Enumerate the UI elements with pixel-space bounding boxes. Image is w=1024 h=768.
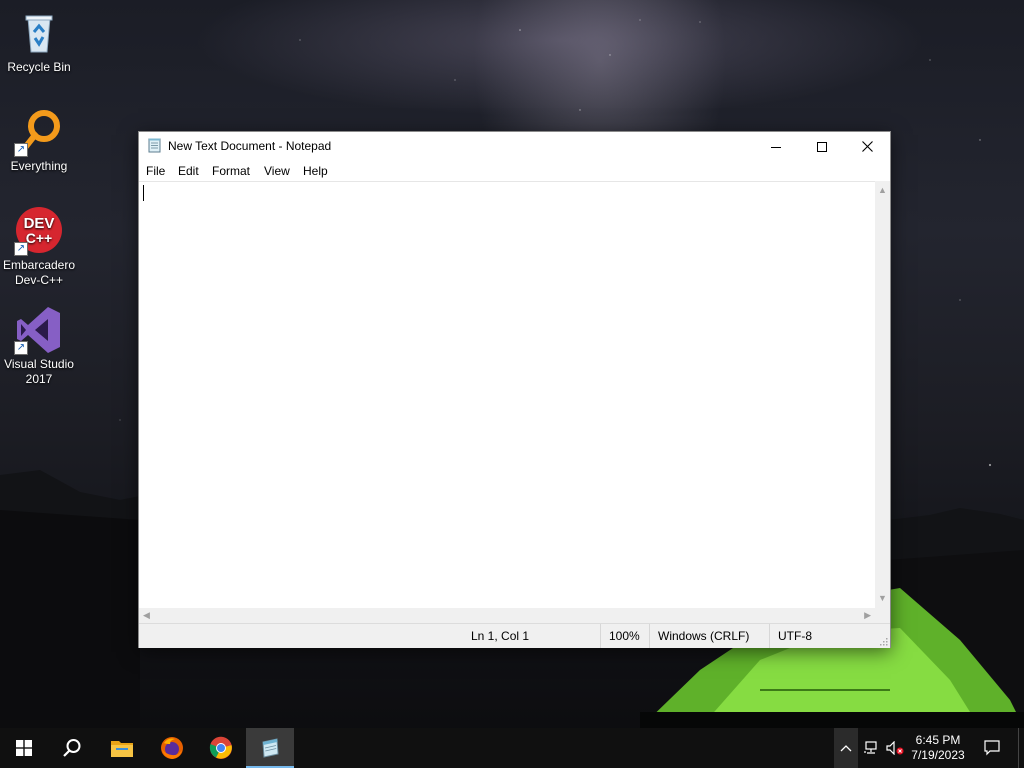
dev-cpp-icon: DEV C++ ↗: [14, 206, 64, 256]
desktop: Recycle Bin ↗ Everything DEV C++ ↗ Embar…: [0, 0, 1024, 768]
desktop-icon-visual-studio[interactable]: ↗ Visual Studio 2017: [0, 305, 78, 387]
menu-help[interactable]: Help: [302, 164, 329, 178]
text-editor[interactable]: [139, 181, 875, 609]
recycle-bin-icon: [14, 8, 64, 58]
menu-format[interactable]: Format: [211, 164, 251, 178]
volume-muted-icon: [886, 741, 904, 755]
network-icon: [864, 741, 877, 754]
status-bar: Ln 1, Col 1 100% Windows (CRLF) UTF-8: [139, 623, 890, 648]
clock-date: 7/19/2023: [911, 748, 965, 762]
status-encoding: UTF-8: [769, 624, 812, 648]
desktop-icon-dev-cpp[interactable]: DEV C++ ↗ Embarcadero Dev-C++: [0, 206, 78, 288]
taskbar: 6:45 PM 7/19/2023: [0, 728, 1024, 768]
menu-file[interactable]: File: [145, 164, 166, 178]
window-title: New Text Document - Notepad: [168, 139, 332, 153]
notepad-window[interactable]: New Text Document - Notepad File Edit Fo…: [138, 131, 891, 648]
notepad-icon: [148, 138, 161, 153]
network-status[interactable]: [860, 728, 882, 768]
status-zoom: 100%: [600, 624, 640, 648]
desktop-icon-recycle-bin[interactable]: Recycle Bin: [0, 8, 78, 75]
chrome-icon: [209, 736, 232, 759]
maximize-button[interactable]: [799, 132, 845, 161]
scrollbar-corner: [875, 608, 890, 623]
minimize-button[interactable]: [753, 132, 799, 161]
everything-search-icon: ↗: [14, 107, 64, 157]
notification-icon: [984, 740, 1000, 756]
visual-studio-icon: ↗: [14, 305, 64, 355]
system-clock[interactable]: 6:45 PM 7/19/2023: [904, 733, 972, 763]
minimize-icon: [771, 146, 781, 148]
show-hidden-icons-button[interactable]: [834, 728, 858, 768]
search-button[interactable]: [48, 728, 96, 768]
resize-grip-icon[interactable]: [878, 636, 888, 646]
desktop-icon-everything[interactable]: ↗ Everything: [0, 107, 78, 174]
firefox-icon: [161, 737, 183, 759]
search-icon: [63, 739, 81, 757]
desktop-icon-label: Embarcadero: [2, 258, 76, 272]
shortcut-arrow-icon: ↗: [14, 341, 28, 355]
scroll-right-icon[interactable]: ▶: [864, 611, 871, 620]
shortcut-arrow-icon: ↗: [14, 242, 28, 256]
taskbar-notepad[interactable]: [246, 728, 294, 768]
horizontal-scrollbar[interactable]: ◀ ▶: [139, 608, 875, 623]
desktop-icon-label: Visual Studio: [4, 357, 74, 371]
menu-view[interactable]: View: [263, 164, 291, 178]
file-explorer-icon: [111, 741, 133, 757]
start-button[interactable]: [0, 728, 48, 768]
start-icon: [16, 740, 32, 756]
desktop-icon-label: Recycle Bin: [7, 60, 71, 74]
shortcut-arrow-icon: ↗: [14, 143, 28, 157]
menu-edit[interactable]: Edit: [177, 164, 200, 178]
text-caret: [143, 185, 144, 201]
scroll-up-icon[interactable]: ▲: [878, 186, 887, 195]
maximize-icon: [817, 141, 827, 152]
close-icon: [861, 141, 873, 152]
taskbar-chrome[interactable]: [197, 728, 245, 768]
taskbar-file-explorer[interactable]: [98, 728, 146, 768]
action-center-button[interactable]: [978, 728, 1006, 768]
notepad-icon: [262, 738, 279, 758]
svg-text:C++: C++: [26, 230, 52, 246]
vertical-scrollbar[interactable]: ▲ ▼: [875, 181, 890, 608]
scroll-down-icon[interactable]: ▼: [878, 594, 887, 603]
status-line-endings: Windows (CRLF): [649, 624, 749, 648]
desktop-icon-label: 2017: [25, 372, 53, 386]
volume-status[interactable]: [884, 728, 906, 768]
taskbar-firefox[interactable]: [148, 728, 196, 768]
chevron-up-icon: [840, 745, 852, 752]
menu-bar: File Edit Format View Help: [139, 161, 890, 181]
clock-time: 6:45 PM: [915, 733, 961, 747]
title-bar[interactable]: New Text Document - Notepad: [139, 132, 890, 161]
show-desktop-button[interactable]: [1018, 728, 1024, 768]
desktop-icon-label: Everything: [10, 159, 68, 173]
status-position: Ln 1, Col 1: [471, 629, 530, 643]
scroll-left-icon[interactable]: ◀: [143, 611, 150, 620]
desktop-icon-label: Dev-C++: [14, 273, 64, 287]
close-button[interactable]: [844, 132, 890, 161]
